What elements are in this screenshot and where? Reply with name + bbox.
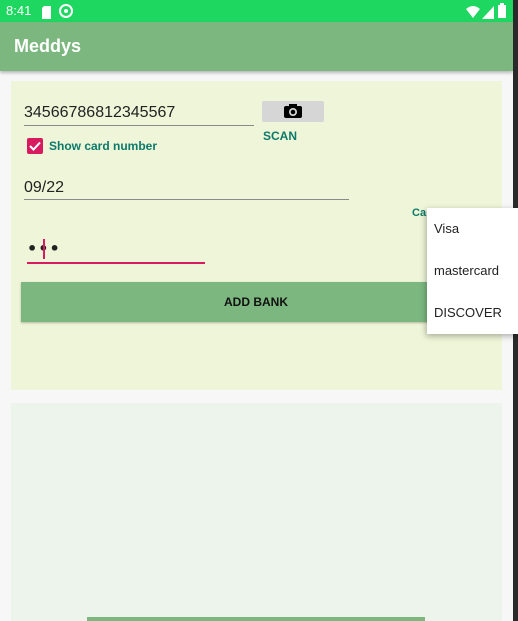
card-type-spinner-label[interactable]: Ca: [412, 207, 426, 219]
sync-icon: [59, 3, 73, 22]
expiry-underline: [24, 199, 349, 200]
scan-camera-button[interactable]: [262, 101, 324, 122]
show-card-number-label[interactable]: Show card number: [49, 139, 157, 153]
cvv-underline: [27, 262, 205, 264]
app-title: Meddys: [14, 36, 82, 56]
status-time: 8:41: [6, 3, 32, 18]
card-type-dropdown: Visa mastercard DISCOVER: [427, 208, 518, 334]
card-number-field[interactable]: 34566786812345567: [24, 104, 175, 122]
show-card-number-checkbox[interactable]: [27, 138, 43, 154]
sd-card-icon: [41, 4, 52, 23]
add-bank-button[interactable]: ADD BANK: [21, 282, 491, 322]
card-number-underline: [24, 125, 254, 126]
status-bar: 8:41: [0, 0, 513, 22]
bottom-button-edge[interactable]: [87, 617, 425, 621]
signal-icon: [482, 4, 494, 23]
scan-label[interactable]: SCAN: [263, 129, 297, 143]
checkmark-icon: [29, 141, 41, 151]
battery-icon: [498, 3, 506, 22]
camera-icon: [284, 104, 302, 118]
wifi-icon: [466, 4, 480, 23]
app-bar: Meddys: [0, 22, 513, 71]
bank-list-panel: [11, 403, 502, 621]
expiry-field[interactable]: 09/22: [24, 179, 64, 197]
dropdown-option-mastercard[interactable]: mastercard: [434, 263, 499, 278]
text-cursor: [43, 239, 45, 259]
dropdown-option-visa[interactable]: Visa: [434, 221, 459, 236]
dropdown-option-discover[interactable]: DISCOVER: [434, 305, 502, 320]
